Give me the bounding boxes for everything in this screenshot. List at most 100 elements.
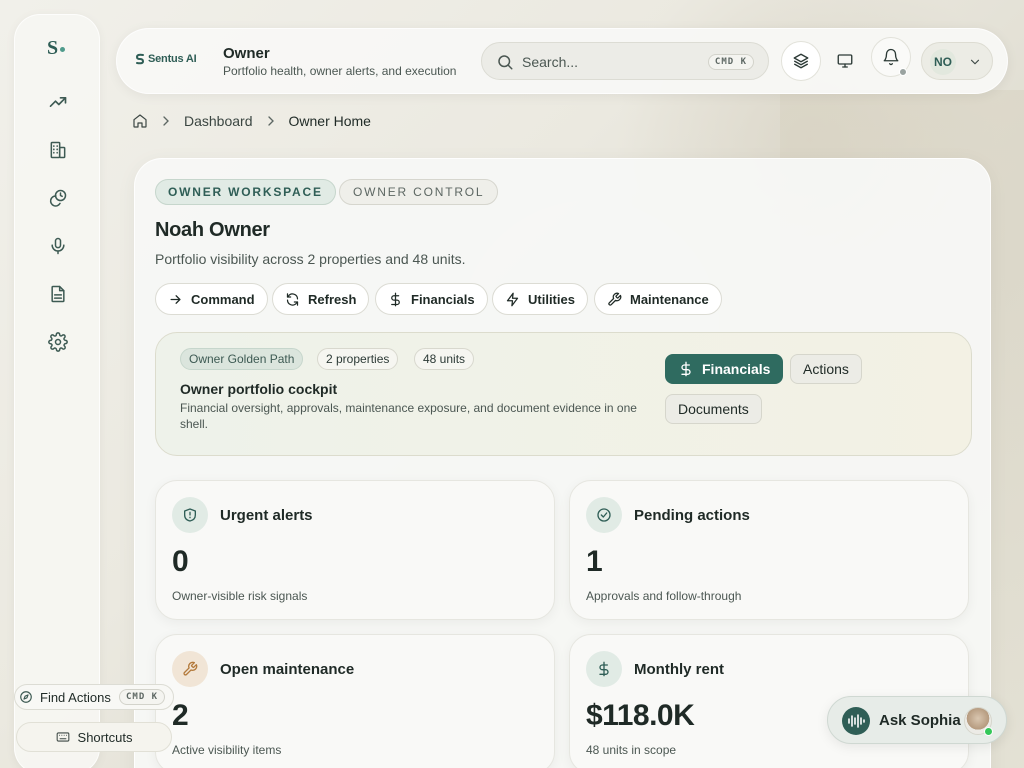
refresh-icon [286,292,299,306]
sidebar-item-voice[interactable] [45,233,71,259]
financials-button-label: Financials [702,361,771,377]
card-value: 2 [172,699,189,732]
open-maintenance-card[interactable]: Open maintenance 2 Active visibility ite… [155,634,555,768]
settings-icon [48,332,68,352]
command-button[interactable]: Command [155,283,268,315]
page-title: Owner [223,45,270,62]
search-icon [498,55,513,70]
card-title: Open maintenance [220,661,355,678]
find-actions-shortcut-badge: CMD K [119,689,166,705]
actions-button[interactable]: Actions [790,354,862,384]
sidebar-item-finance[interactable] [45,185,71,211]
lightning-icon [506,292,519,306]
find-actions-button[interactable]: Find Actions CMD K [14,684,174,710]
documents-button[interactable]: Documents [665,394,762,424]
user-menu-button[interactable]: NO [921,42,993,80]
trend-up-icon [49,97,67,107]
logo-dot [60,46,66,52]
actions-button-label: Actions [803,361,849,377]
properties-tag: 2 properties [317,348,399,370]
card-value: 1 [586,545,603,578]
ask-sophia-label: Ask Sophia [879,712,961,729]
coins-icon [49,189,67,207]
urgent-alerts-card[interactable]: Urgent alerts 0 Owner-visible risk signa… [155,480,555,620]
find-actions-label: Find Actions [40,690,111,705]
owner-name: Noah Owner [155,219,270,241]
online-status-dot [984,727,993,736]
sidebar: S [14,14,100,768]
breadcrumb-dashboard[interactable]: Dashboard [184,113,253,129]
card-title: Monthly rent [634,661,724,678]
wrench-icon [608,292,622,306]
brand-name: Sentus AI [148,53,197,65]
brand-logo[interactable]: Sentus AI [135,53,197,65]
golden-path-tag: Owner Golden Path [180,348,304,370]
portfolio-cockpit: Owner Golden Path 2 properties 48 units … [155,332,972,456]
voice-wave-icon [842,707,870,735]
owner-description: Portfolio visibility across 2 properties… [155,251,466,267]
sidebar-item-properties[interactable] [45,137,71,163]
maintenance-quick-button[interactable]: Maintenance [594,283,722,315]
search-bar[interactable]: Search... CMD K [481,42,769,80]
refresh-button[interactable]: Refresh [272,283,370,315]
compass-icon [20,691,32,703]
utilities-button[interactable]: Utilities [492,283,588,315]
control-chip: OWNER CONTROL [339,179,499,205]
layers-button[interactable] [781,41,821,81]
refresh-label: Refresh [308,291,357,307]
card-footer: Active visibility items [172,743,282,757]
card-value: $118.0K [586,699,695,732]
card-footer: Approvals and follow-through [586,589,742,603]
shortcuts-label: Shortcuts [77,729,133,745]
financials-button[interactable]: Financials [665,354,784,384]
financials-label: Financials [411,291,475,307]
sidebar-item-settings[interactable] [45,329,71,355]
chevron-right-icon [163,116,169,126]
check-circle-icon [586,497,622,533]
building-icon [50,141,66,159]
dollar-icon [391,292,400,306]
document-icon [51,285,65,303]
monitor-icon [837,54,853,68]
command-label: Command [191,291,255,307]
keyboard-icon [56,732,69,742]
card-footer: 48 units in scope [586,743,677,757]
breadcrumb: Dashboard Owner Home [132,113,371,129]
dollar-icon [586,651,622,687]
notification-status-dot [899,68,907,76]
dollar-icon [681,361,691,377]
card-title: Pending actions [634,507,750,524]
ask-sophia-button[interactable]: Ask Sophia [827,696,1007,744]
sidebar-item-analytics[interactable] [45,89,71,115]
notifications-button[interactable] [871,37,911,77]
page-subtitle: Portfolio health, owner alerts, and exec… [223,64,457,78]
bell-icon [883,48,899,66]
documents-button-label: Documents [678,401,749,417]
utilities-label: Utilities [528,291,575,307]
workspace-chip: OWNER WORKSPACE [155,179,336,205]
layers-icon [793,53,809,69]
breadcrumb-current: Owner Home [288,113,371,129]
microphone-icon [51,237,65,255]
shield-icon [172,497,208,533]
display-button[interactable] [825,41,865,81]
sidebar-item-documents[interactable] [45,281,71,307]
pending-actions-card[interactable]: Pending actions 1 Approvals and follow-t… [569,480,969,620]
wrench-icon [172,651,208,687]
sidebar-logo[interactable]: S [47,37,66,60]
financials-quick-button[interactable]: Financials [375,283,488,315]
maintenance-label: Maintenance [630,291,709,307]
search-shortcut-badge: CMD K [707,54,754,70]
top-header: Sentus AI Owner Portfolio health, owner … [116,28,1008,94]
home-icon[interactable] [132,113,148,129]
arrow-right-icon [170,294,181,304]
shortcuts-button[interactable]: Shortcuts [16,722,172,752]
brand-mark-icon [135,53,145,65]
avatar: NO [930,49,956,75]
cockpit-title: Owner portfolio cockpit [180,381,338,397]
card-title: Urgent alerts [220,507,313,524]
cockpit-description: Financial oversight, approvals, maintena… [180,401,637,431]
chevron-right-icon [267,116,274,126]
units-tag: 48 units [414,348,475,370]
card-value: 0 [172,545,189,578]
